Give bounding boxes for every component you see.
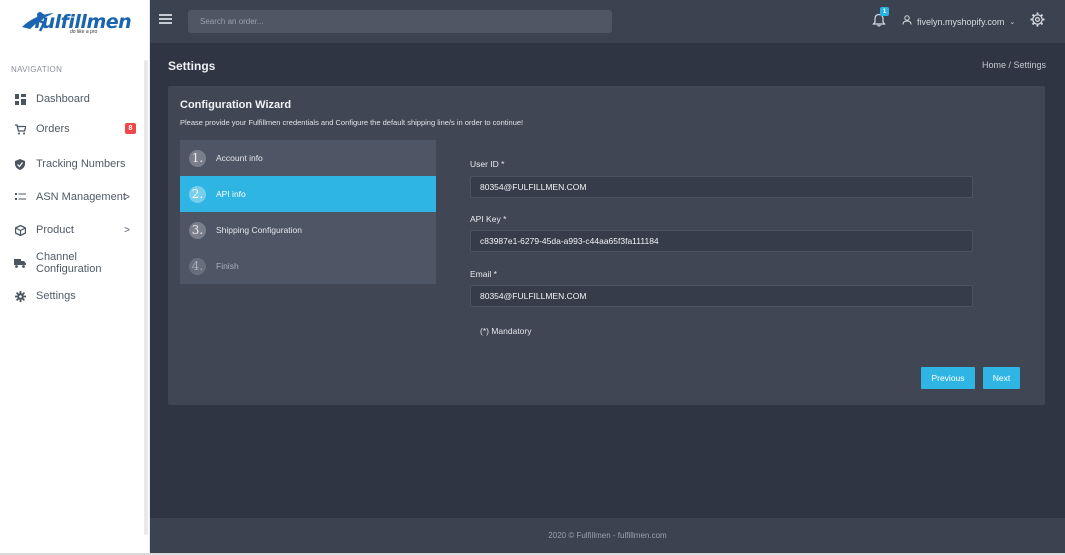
sidebar-item-label: Product [36,224,74,236]
page-title: Settings [168,59,216,73]
step-label: API info [216,189,246,199]
sidebar-item-product[interactable]: Product > [0,218,142,242]
step-label: Shipping Configuration [216,225,303,235]
sidebar-item-settings[interactable]: Settings [0,284,142,308]
wizard-steps: 1. Account info 2. API info 3. Shipping … [180,140,436,284]
step-finish[interactable]: 4. Finish [180,248,436,284]
nav-heading: NAVIGATION [11,65,63,74]
sidebar-item-tracking-numbers[interactable]: Tracking Numbers [0,152,142,176]
sidebar-item-label: Orders [36,123,70,135]
menu-toggle-icon[interactable] [159,14,172,24]
search-input[interactable] [188,10,612,33]
previous-button[interactable]: Previous [921,367,975,389]
logo-tagline: do like a pro [70,29,98,35]
step-shipping-configuration[interactable]: 3. Shipping Configuration [180,212,436,248]
chevron-right-icon: > [124,191,130,203]
sidebar: fulfillmen do like a pro NAVIGATION Dash… [0,0,150,553]
sidebar-item-asn-management[interactable]: ASN Management > [0,185,142,209]
step-number: 4. [189,257,206,275]
next-button[interactable]: Next [983,367,1020,389]
sidebar-item-label: ASN Management [36,191,126,203]
user-id-label: User ID * [470,159,505,169]
runner-logo-icon [22,12,54,32]
user-id-field[interactable] [470,176,973,198]
step-number: 1. [189,149,206,167]
sidebar-item-label: Tracking Numbers [36,158,126,170]
configuration-wizard-card: Configuration Wizard Please provide your… [168,86,1045,405]
api-key-field[interactable] [470,230,973,252]
topbar: 1 fivelyn.myshopify.com ⌄ [150,0,1065,43]
email-label: Email * [470,269,497,279]
notification-count-badge: 1 [880,7,889,16]
wizard-subtitle: Please provide your Fulfillmen credentia… [180,118,524,127]
footer: 2020 © Fulfillmen - fulfillmen.com [150,518,1065,553]
sidebar-scrollbar[interactable] [144,60,148,535]
step-number: 2. [189,185,206,203]
brand-logo[interactable]: fulfillmen do like a pro [0,0,149,43]
step-account-info[interactable]: 1. Account info [180,140,436,176]
step-label: Finish [216,261,239,271]
wizard-title: Configuration Wizard [180,99,292,111]
settings-gear-icon[interactable] [1030,12,1045,27]
chevron-right-icon: > [124,224,130,236]
gear-icon [14,290,26,302]
user-name: fivelyn.myshopify.com [917,16,1005,27]
sidebar-item-label: Settings [36,290,76,302]
dashboard-icon [14,93,26,105]
sidebar-item-channel-configuration[interactable]: Channel Configuration [0,251,142,275]
orders-count-badge: 8 [125,123,136,134]
shield-icon [14,158,26,170]
user-icon [902,15,912,28]
mandatory-note: (*) Mandatory [480,326,532,336]
cart-icon [14,123,26,135]
user-menu[interactable]: fivelyn.myshopify.com ⌄ [902,15,1015,28]
email-field[interactable] [470,285,973,307]
api-key-label: API Key * [470,214,507,224]
sidebar-item-label: Dashboard [36,93,90,105]
chevron-down-icon: ⌄ [1009,18,1016,26]
box-icon [14,224,26,236]
truck-icon [14,257,26,269]
sidebar-item-orders[interactable]: Orders 8 [0,117,142,141]
list-icon [14,191,26,203]
step-number: 3. [189,221,206,239]
step-label: Account info [216,153,263,163]
sidebar-item-dashboard[interactable]: Dashboard [0,87,142,111]
sidebar-item-label: Channel Configuration [36,251,102,275]
breadcrumb[interactable]: Home / Settings [982,60,1046,70]
step-api-info[interactable]: 2. API info [180,176,436,212]
main-content: Settings Home / Settings Configuration W… [150,43,1065,518]
